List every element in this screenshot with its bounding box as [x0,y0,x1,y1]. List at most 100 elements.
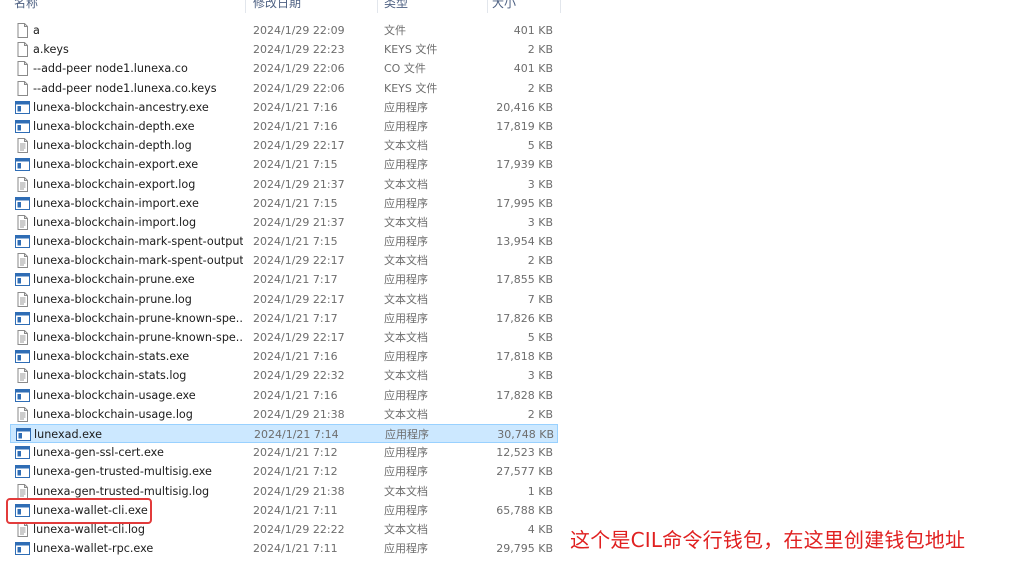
file-list: 名称 修改日期 类型 大小 a 2024/1/29 22:09 文件 401 KB a.… [0,0,562,563]
file-name: lunexa-blockchain-prune.log [33,292,192,306]
text-file-icon [15,368,30,384]
file-row[interactable]: lunexa-blockchain-usage.exe 2024/1/21 7:1… [10,386,558,405]
file-name: lunexa-blockchain-import.exe [33,196,199,210]
file-row[interactable]: lunexad.exe 2024/1/21 7:14 应用程序 30,748 KB [10,423,558,444]
file-name: lunexa-blockchain-prune-known-spe... [33,311,243,325]
column-name[interactable]: 名称 [14,0,38,11]
file-row[interactable]: --add-peer node1.lunexa.co.keys 2024/1/29… [10,79,558,98]
file-row[interactable]: lunexa-blockchain-export.log 2024/1/29 21… [10,175,558,194]
exe-file-icon [15,464,30,479]
file-row[interactable]: lunexa-blockchain-export.exe 2024/1/21 7:… [10,155,558,174]
file-row[interactable]: lunexa-blockchain-prune.log 2024/1/29 22:… [10,290,558,309]
file-date: 2024/1/21 7:16 [253,388,338,402]
file-date: 2024/1/29 21:38 [253,484,345,498]
blank-file-icon [15,61,30,77]
file-name: lunexa-blockchain-stats.exe [33,350,190,364]
file-date: 2024/1/29 22:17 [253,292,345,306]
file-row[interactable]: --add-peer node1.lunexa.co 2024/1/29 22:0… [10,59,558,78]
file-row[interactable]: a.keys 2024/1/29 22:23 KEYS 文件 2 KB [10,40,558,59]
file-name: lunexad.exe [34,427,102,441]
file-date: 2024/1/29 22:32 [253,369,345,383]
exe-file-icon [15,157,30,172]
file-row[interactable]: lunexa-gen-trusted-multisig.exe 2024/1/21… [10,462,558,481]
file-row[interactable]: lunexa-blockchain-stats.log 2024/1/29 22:… [10,366,558,385]
column-divider[interactable] [487,0,488,13]
text-file-icon [15,291,30,307]
file-date: 2024/1/21 7:11 [253,503,338,517]
exe-file-icon [15,234,30,249]
file-row[interactable]: lunexa-blockchain-mark-spent-output... 20… [10,232,558,251]
file-name: lunexa-blockchain-mark-spent-output... [33,235,243,249]
text-file-icon [15,483,30,499]
file-date: 2024/1/29 21:37 [253,215,345,229]
exe-file-icon [15,196,30,211]
file-date: 2024/1/29 22:06 [253,62,345,76]
file-row[interactable]: lunexa-blockchain-usage.log 2024/1/29 21:… [10,405,558,424]
column-type[interactable]: 类型 [384,0,408,11]
file-size: 3 KB [527,177,553,191]
exe-file-icon [15,349,30,364]
file-type: 应用程序 [384,235,428,249]
file-type: 文本文档 [384,177,428,191]
file-type: 应用程序 [384,503,428,517]
file-date: 2024/1/29 22:06 [253,81,345,95]
file-type: 应用程序 [384,350,428,364]
file-row[interactable]: lunexa-blockchain-stats.exe 2024/1/21 7:1… [10,347,558,366]
file-name: lunexa-blockchain-import.log [33,215,197,229]
file-size: 20,416 KB [496,100,553,114]
file-row[interactable]: lunexa-wallet-rpc.exe 2024/1/21 7:11 应用程序 2… [10,539,558,558]
file-row[interactable]: a 2024/1/29 22:09 文件 401 KB [10,21,558,40]
file-date: 2024/1/21 7:11 [253,542,338,556]
file-date: 2024/1/29 22:17 [253,331,345,344]
column-size[interactable]: 大小 [492,0,516,11]
file-date: 2024/1/29 22:23 [253,43,345,57]
file-size: 1 KB [527,484,553,498]
file-date: 2024/1/21 7:16 [253,119,338,133]
file-name: lunexa-blockchain-mark-spent-output... [33,254,243,268]
text-file-icon [15,330,30,345]
exe-file-icon [15,388,30,403]
file-date: 2024/1/21 7:16 [253,350,338,364]
file-row[interactable]: lunexa-gen-ssl-cert.exe 2024/1/21 7:12 应用程… [10,443,558,462]
column-divider[interactable] [245,0,246,13]
text-file-icon [15,253,30,269]
file-name: lunexa-blockchain-prune-known-spe... [33,331,243,344]
exe-file-icon [15,541,30,556]
file-name: lunexa-blockchain-usage.exe [33,388,196,402]
file-date: 2024/1/29 21:38 [253,407,345,421]
file-name: --add-peer node1.lunexa.co [33,62,188,76]
file-date: 2024/1/21 7:15 [253,196,338,210]
file-name: lunexa-blockchain-prune.exe [33,273,195,287]
file-row[interactable]: lunexa-blockchain-prune-known-spe... 2024… [10,328,558,347]
file-size: 17,855 KB [496,273,553,287]
file-row[interactable]: lunexa-blockchain-mark-spent-output... 20… [10,251,558,270]
file-row[interactable]: lunexa-blockchain-ancestry.exe 2024/1/21 … [10,98,558,117]
file-size: 3 KB [527,369,553,383]
file-date: 2024/1/21 7:15 [253,235,338,249]
file-date: 2024/1/21 7:15 [253,158,338,172]
column-divider[interactable] [377,0,378,13]
file-name: a [33,24,40,37]
file-type: 应用程序 [384,388,428,402]
file-row[interactable]: lunexa-blockchain-prune-known-spe... 2024… [10,309,558,328]
file-row[interactable]: lunexa-blockchain-depth.exe 2024/1/21 7:1… [10,117,558,136]
file-size: 17,995 KB [496,196,553,210]
file-date: 2024/1/21 7:14 [254,427,339,441]
exe-file-icon [15,100,30,115]
file-row[interactable]: lunexa-blockchain-import.exe 2024/1/21 7:… [10,194,558,213]
file-type: 应用程序 [385,427,429,441]
file-size: 5 KB [527,139,553,153]
file-date: 2024/1/21 7:16 [253,100,338,114]
file-date: 2024/1/29 21:37 [253,177,345,191]
file-row[interactable]: lunexa-blockchain-import.log 2024/1/29 21… [10,213,558,232]
file-date: 2024/1/29 22:22 [253,522,345,536]
column-date[interactable]: 修改日期 [253,0,301,11]
file-row[interactable]: lunexa-blockchain-depth.log 2024/1/29 22:… [10,136,558,155]
file-row[interactable]: lunexa-blockchain-prune.exe 2024/1/21 7:1… [10,270,558,289]
file-size: 13,954 KB [496,235,553,249]
file-name: lunexa-blockchain-export.log [33,177,196,191]
file-size: 2 KB [527,81,553,95]
exe-file-icon [16,427,31,442]
file-type: 文本文档 [384,369,428,383]
column-divider[interactable] [560,0,561,13]
